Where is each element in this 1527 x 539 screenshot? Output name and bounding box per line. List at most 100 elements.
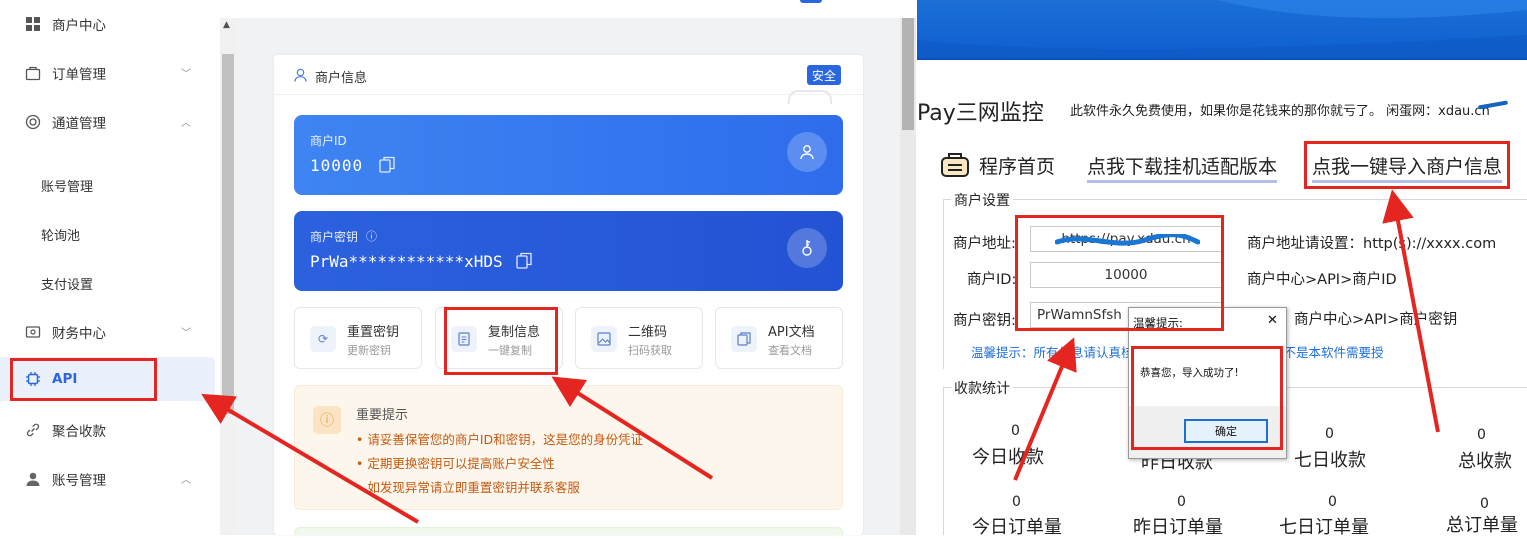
card-title: 商户信息 [315,71,368,86]
stat-value: 0 [1325,426,1334,442]
user-avatar-icon [787,132,827,172]
monitor-header-banner [917,0,1527,58]
annotation-box-dialog [1131,346,1283,450]
sidebar-item-finance[interactable]: 财务中心 ﹀ [0,310,215,354]
scroll-up-arrow-icon[interactable]: ▲ [223,20,230,30]
info-icon[interactable]: ⓘ [366,228,377,244]
annotation-box-import [1304,141,1510,189]
tool-subtitle: 更新密钥 [347,344,391,357]
qrcode-button[interactable]: 二维码 扫码获取 [575,307,703,369]
sidebar-item-label: 账号管理 [52,473,106,489]
stat-label: 七日收款 [1294,450,1366,471]
sidebar-item-label: 商户中心 [52,18,106,34]
finance-icon [24,323,42,341]
security-badge: 安全 [807,65,841,85]
docs-icon [731,326,757,352]
stat-label: 今日收款 [972,447,1044,468]
sidebar-item-orders[interactable]: 订单管理 ﹀ [0,51,215,95]
sidebar-item-aggregate[interactable]: 聚合收款 [0,408,215,452]
header-divider [917,58,1527,60]
main-scrollbar[interactable] [900,18,916,535]
copy-icon[interactable] [379,156,395,177]
id-label: 商户ID: [967,272,1017,288]
settings-group-title: 商户设置 [951,190,1013,210]
merchant-key-card: 商户密钥 ⓘ PrWa************xHDS [294,211,843,291]
merchant-id-card: 商户ID 10000 [294,115,843,195]
tool-title: API文档 [768,325,815,340]
tool-subtitle: 扫码获取 [628,344,672,357]
sidebar-subitem-payment-settings[interactable]: 支付设置 [41,274,93,293]
key-hint: 商户中心>API>商户密钥 [1294,312,1458,328]
sidebar-item-account-management[interactable]: 账号管理 ︿ [0,457,215,501]
link-icon [24,421,42,439]
chevron-up-icon: ︿ [181,475,191,486]
notice-item: • 定期更换密钥可以提高账户安全性 [356,456,555,471]
merchant-key-label: 商户密钥 [310,230,359,244]
stats-group-title: 收款统计 [951,378,1013,398]
api-docs-button[interactable]: API文档 查看文档 [715,307,843,369]
tool-title: 重置密钥 [347,325,400,340]
user-outline-icon [294,67,307,86]
sidebar-item-label: 通道管理 [52,116,106,132]
stat-value: 0 [1177,494,1186,510]
sidebar-subitem-accounts[interactable]: 账号管理 [41,176,93,195]
merchant-key-value: PrWa************xHDS [310,252,503,271]
monitor-app-title: Pay三网监控 [917,101,1044,126]
merchant-id-label: 商户ID [310,134,347,148]
warning-icon: ⓘ [313,406,341,434]
sidebar-item-label: 聚合收款 [52,424,106,440]
important-notice: ⓘ 重要提示 • 请妥善保管您的商户ID和密钥，这是您的身份凭证 • 定期更换密… [294,385,843,510]
card-header: 商户信息 安全 [274,55,863,95]
tool-title: 二维码 [628,325,668,340]
loading-indicator [788,90,832,104]
nav-home[interactable]: 程序首页 [979,152,1055,179]
nav-download-link[interactable]: 点我下载挂机适配版本 [1087,152,1278,183]
annotation-box-api [10,358,157,401]
stat-label: 总收款 [1458,451,1512,472]
stat-value: 0 [1477,427,1486,443]
id-hint: 商户中心>API>商户ID [1247,272,1397,288]
addr-label: 商户地址: [953,236,1016,252]
success-panel [294,527,843,535]
sidebar: 商户中心 订单管理 ﹀ 通道管理 ︿ 账号管理 轮询池 支付设置 财务中心 ﹀ … [0,0,220,535]
merchant-id-value: 10000 [310,156,364,175]
notice-title: 重要提示 [356,408,409,423]
close-icon[interactable]: ✕ [1267,313,1278,328]
scrollbar-thumb[interactable] [222,54,234,414]
sidebar-item-label: 订单管理 [52,67,106,83]
stat-value: 0 [1012,494,1021,510]
key-label: 商户密钥: [953,313,1016,329]
sidebar-item-label: 财务中心 [52,326,106,342]
bag-icon [24,64,42,82]
key-icon [787,228,827,268]
user-icon [24,470,42,488]
stat-label: 七日订单量 [1279,517,1369,538]
annotation-box-copy [444,307,558,375]
chevron-down-icon: ﹀ [181,328,191,339]
annotation-box-fields [1015,215,1224,331]
reset-key-button[interactable]: ⟳ 重置密钥 更新密钥 [294,307,422,369]
stat-label: 今日订单量 [972,517,1062,538]
monitor-subtitle: 此软件永久免费使用，如果你是花钱来的那你就亏了。 闲蛋网：xdau.cn [1070,104,1490,119]
copy-icon[interactable] [516,252,532,273]
stat-value: 0 [1328,494,1337,510]
sidebar-item-channels[interactable]: 通道管理 ︿ [0,100,215,144]
notice-item: • 请妥善保管您的商户ID和密钥，这是您的身份凭证 [356,432,644,447]
sidebar-item-merchant-center[interactable]: 商户中心 [0,2,215,46]
scrollbar-thumb[interactable] [902,18,914,130]
tool-subtitle: 查看文档 [768,344,812,357]
refresh-icon: ⟳ [310,326,336,352]
avatar-edge [800,0,822,3]
sidebar-subitem-polling[interactable]: 轮询池 [41,225,80,244]
stat-value: 0 [1480,496,1489,512]
home-icon [940,151,970,182]
sidebar-scrollbar[interactable]: ▲ [220,18,236,535]
addr-hint: 商户地址请设置：http(s)://xxxx.com [1247,236,1497,252]
chevron-up-icon: ︿ [181,118,191,129]
stat-value: 0 [1011,423,1020,439]
stat-label: 总订单量 [1446,515,1518,536]
chevron-down-icon: ﹀ [181,69,191,80]
notice-item: • 如发现异常请立即重置密钥并联系客服 [356,480,580,495]
stat-label: 昨日订单量 [1133,517,1223,538]
channel-icon [24,113,42,131]
